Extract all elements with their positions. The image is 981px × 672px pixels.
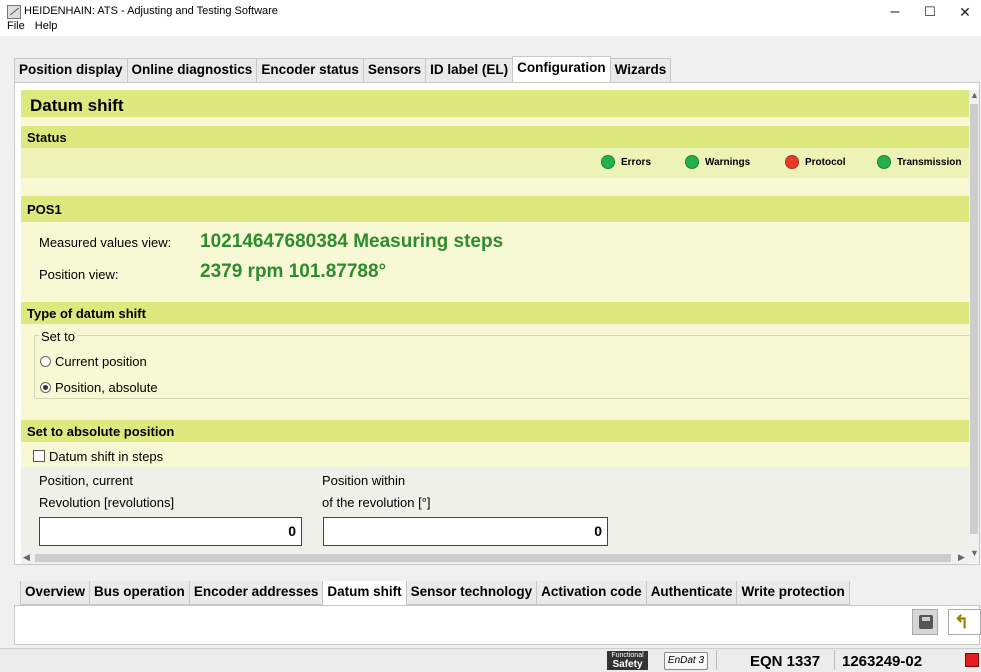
bottom-tab-bar: Overview Bus operation Encoder addresses…	[20, 581, 850, 609]
radio-current-position[interactable]: Current position	[40, 354, 147, 369]
save-button[interactable]	[912, 609, 938, 635]
radio-position-absolute-label: Position, absolute	[55, 380, 158, 395]
within-revolution-input[interactable]: 0	[323, 517, 608, 546]
tab-online-diagnostics[interactable]: Online diagnostics	[126, 58, 258, 82]
tab-sensor-technology[interactable]: Sensor technology	[405, 581, 538, 605]
status-separator	[834, 650, 835, 670]
status-separator	[716, 650, 717, 670]
tab-id-label[interactable]: ID label (EL)	[425, 58, 514, 82]
safety-line2: Safety	[612, 659, 643, 670]
set-to-label: Set to	[39, 329, 77, 344]
within-label-line1: Position within	[322, 473, 406, 488]
window-title: HEIDENHAIN: ATS - Adjusting and Testing …	[24, 5, 278, 17]
revolution-input[interactable]: 0	[39, 517, 302, 546]
pos1-header: POS1	[21, 196, 969, 222]
scroll-down-icon[interactable]: ▼	[970, 548, 979, 558]
tab-activation-code[interactable]: Activation code	[536, 581, 647, 605]
horizontal-scroll-thumb[interactable]	[35, 554, 951, 562]
datum-shift-content: Datum shift Status Errors Warnings Proto…	[21, 90, 969, 552]
top-tab-bar: Position display Online diagnostics Enco…	[14, 56, 672, 84]
connection-status-icon	[965, 653, 979, 667]
transmission-label: Transmission	[897, 156, 962, 168]
status-errors: Errors	[601, 155, 651, 169]
vertical-scroll-thumb[interactable]	[970, 104, 978, 534]
page-title: Datum shift	[21, 90, 969, 117]
tab-write-protection[interactable]: Write protection	[736, 581, 850, 605]
configuration-panel: Datum shift Status Errors Warnings Proto…	[14, 82, 980, 565]
scroll-up-icon[interactable]: ▲	[970, 90, 979, 100]
return-arrow-icon: ↰	[954, 612, 970, 632]
tab-sensors[interactable]: Sensors	[362, 58, 427, 82]
protocol-label: Protocol	[805, 156, 846, 168]
tab-bus-operation[interactable]: Bus operation	[89, 581, 190, 605]
vertical-scrollbar[interactable]: ▲ ▼	[969, 90, 979, 563]
measured-values-readout: 10214647680384 Measuring steps	[200, 231, 504, 252]
close-icon[interactable]: ✕	[950, 2, 980, 22]
tab-encoder-addresses[interactable]: Encoder addresses	[188, 581, 324, 605]
revolution-label-line1: Position, current	[39, 473, 133, 488]
horizontal-scrollbar[interactable]: ◀ ▶	[21, 552, 969, 564]
checkbox-icon[interactable]	[33, 450, 45, 462]
within-label-line2: of the revolution [°]	[322, 495, 431, 510]
safety-line1: Functional	[611, 652, 644, 659]
transmission-led-icon	[877, 155, 891, 169]
status-header: Status	[21, 126, 969, 148]
revolution-label-line2: Revolution [revolutions]	[39, 495, 175, 510]
tab-encoder-status[interactable]: Encoder status	[256, 58, 364, 82]
tab-position-display[interactable]: Position display	[14, 58, 128, 82]
menu-bar: File Help	[7, 20, 64, 32]
encoder-id: 1263249-02	[842, 653, 923, 670]
tab-configuration[interactable]: Configuration	[512, 56, 611, 84]
datum-shift-in-steps[interactable]: Datum shift in steps	[33, 449, 163, 464]
status-indicators: Errors Warnings Protocol Transmission	[21, 148, 969, 178]
maximize-icon[interactable]: ☐	[915, 2, 945, 22]
tab-authenticate[interactable]: Authenticate	[645, 581, 738, 605]
status-transmission: Transmission	[877, 155, 961, 169]
measured-values-label: Measured values view:	[39, 235, 172, 250]
save-icon	[919, 615, 933, 629]
scroll-right-icon[interactable]: ▶	[958, 552, 965, 563]
datum-shift-in-steps-label: Datum shift in steps	[49, 449, 164, 464]
type-of-datum-shift-header: Type of datum shift	[21, 302, 969, 324]
status-protocol[interactable]: Protocol	[785, 155, 846, 169]
title-bar: HEIDENHAIN: ATS - Adjusting and Testing …	[0, 0, 981, 36]
radio-checked-icon[interactable]	[40, 382, 51, 393]
set-to-group	[34, 335, 969, 399]
radio-position-absolute[interactable]: Position, absolute	[40, 380, 158, 395]
set-to-absolute-header: Set to absolute position	[21, 420, 969, 442]
tab-wizards[interactable]: Wizards	[609, 58, 672, 82]
menu-help[interactable]: Help	[35, 20, 58, 32]
exit-button[interactable]: ↰	[948, 609, 981, 635]
position-view-label: Position view:	[39, 267, 119, 282]
menu-file[interactable]: File	[7, 20, 25, 32]
warnings-label: Warnings	[705, 156, 751, 168]
encoder-model: EQN 1337	[750, 653, 821, 670]
tab-overview[interactable]: Overview	[20, 581, 91, 605]
warnings-led-icon	[685, 155, 699, 169]
errors-led-icon	[601, 155, 615, 169]
protocol-led-icon	[785, 155, 799, 169]
scroll-left-icon[interactable]: ◀	[23, 552, 30, 563]
minimize-icon[interactable]: –	[880, 2, 910, 22]
radio-current-position-label: Current position	[55, 354, 147, 369]
status-warnings: Warnings	[685, 155, 750, 169]
radio-unchecked-icon[interactable]	[40, 356, 51, 367]
endat-logo: EnDat 3	[664, 652, 708, 670]
errors-label: Errors	[621, 156, 652, 168]
functional-safety-logo: Functional Safety	[607, 651, 648, 670]
app-icon	[7, 5, 21, 19]
position-view-readout: 2379 rpm 101.87788°	[200, 261, 387, 282]
action-panel	[14, 605, 980, 645]
